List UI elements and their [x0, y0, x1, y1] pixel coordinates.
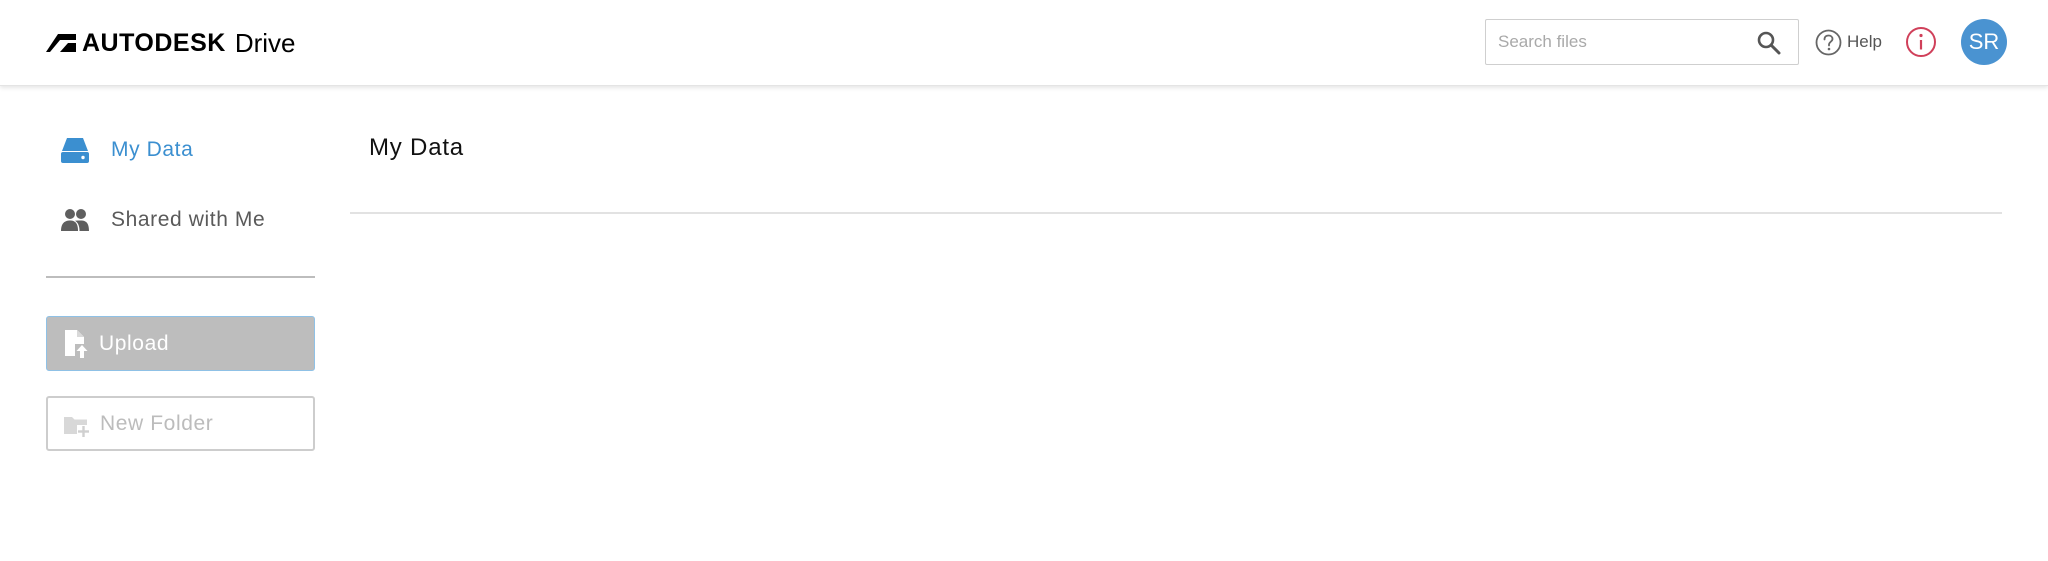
sidebar-item-label: Shared with Me [111, 208, 266, 231]
new-folder-icon [64, 416, 90, 438]
search-input[interactable] [1486, 20, 1746, 64]
brand-name: AUTODESK [82, 28, 226, 57]
help-button[interactable]: Help [1815, 28, 1882, 56]
sidebar-item-my-data[interactable]: My Data [60, 132, 193, 168]
search-icon[interactable] [1756, 30, 1782, 56]
info-icon[interactable] [1905, 26, 1937, 58]
upload-label: Upload [99, 331, 170, 355]
upload-file-icon [65, 329, 89, 359]
sidebar-item-label: My Data [111, 138, 194, 161]
content-divider [350, 212, 2002, 214]
search-box [1485, 19, 1799, 65]
top-header: AUTODESK Drive Help SR [0, 0, 2048, 86]
new-folder-button[interactable]: New Folder [46, 396, 315, 451]
sidebar-item-shared-with-me[interactable]: Shared with Me [60, 202, 265, 238]
upload-button[interactable]: Upload [46, 316, 315, 371]
user-avatar[interactable]: SR [1961, 19, 2007, 65]
sidebar-divider [46, 276, 315, 278]
help-label: Help [1847, 32, 1882, 51]
autodesk-logo-icon [46, 34, 76, 52]
people-icon [61, 209, 89, 231]
drive-icon [61, 138, 89, 163]
page-title: My Data [369, 134, 464, 161]
product-name: Drive [234, 27, 296, 58]
autodesk-drive-logo[interactable]: AUTODESK Drive [46, 28, 296, 58]
help-icon [1815, 29, 1842, 55]
new-folder-label: New Folder [100, 411, 214, 435]
